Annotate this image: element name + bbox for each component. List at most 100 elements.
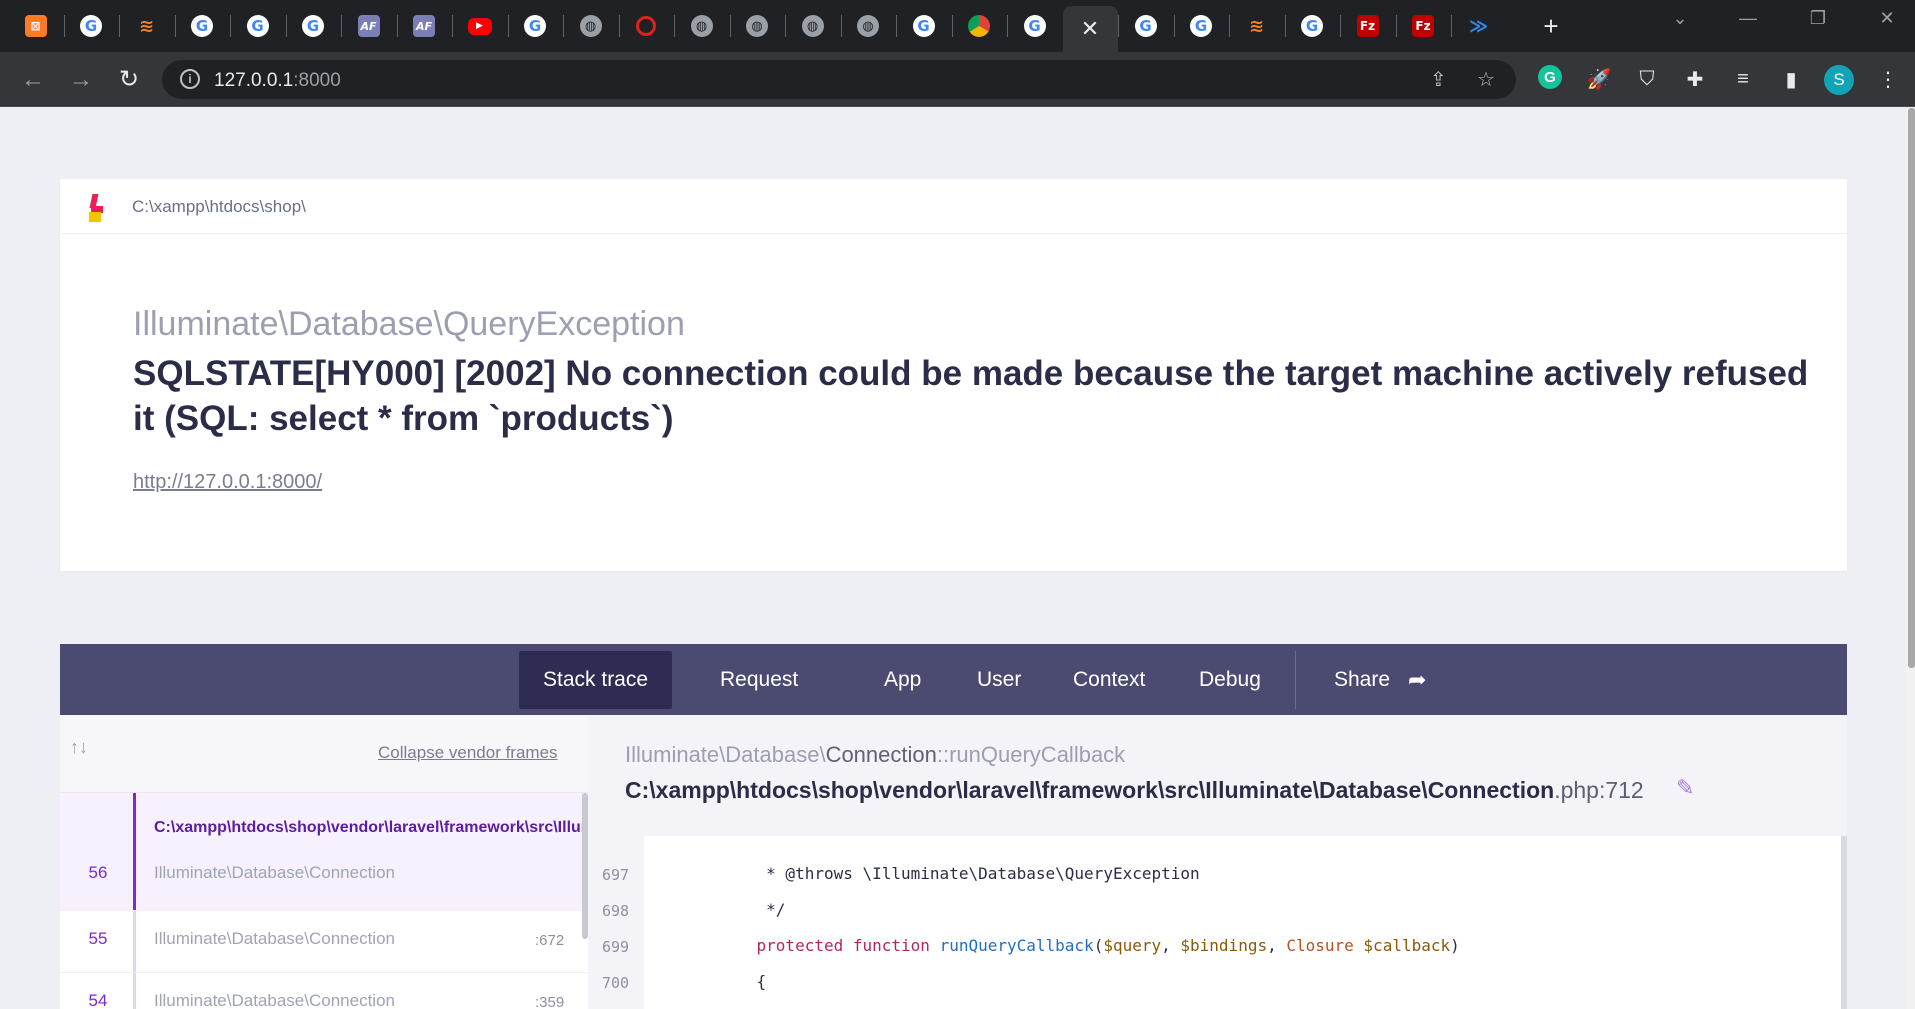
line-number: 697 [602,866,630,884]
frame-number: 56 [88,863,108,882]
frame-line-number: :359 [535,994,565,1009]
request-url-link[interactable]: http://127.0.0.1:8000/ [133,471,322,494]
browser-tab-strip: ⊠ G ≋ G G G AF AF ▶ G ◍ ◍ ◍ ◍ ◍ G G ✕ G G ≋ G Fz Fz ≫ [0,0,1915,52]
tab-stack-trace[interactable]: Stack trace [519,651,673,709]
profile-avatar[interactable]: S [1824,65,1854,95]
app-path: C:\xampp\htdocs\shop\ [132,197,306,216]
back-icon[interactable]: ← [18,65,48,95]
error-card: C:\xampp\htdocs\shop\ Illuminate\Databas… [60,179,1847,571]
forward-icon[interactable]: → [66,65,96,95]
code-scrollbar[interactable] [1841,836,1847,1009]
tab-request[interactable]: Request [696,651,822,709]
browser-tab[interactable]: G [1174,6,1229,46]
new-tab-button[interactable]: + [1535,11,1567,41]
frame-file-path: C:\xampp\htdocs\shop\vendor\laravel\fram… [154,819,584,836]
stack-frames-panel: ↑↓ Collapse vendor frames C:\xampp\htdoc… [60,715,588,1009]
chrome-icon [968,15,990,37]
browser-tab[interactable]: ≫ [1451,6,1506,46]
frame-line-number: :672 [535,932,565,949]
globe-icon: ◍ [801,15,824,37]
grammarly-icon[interactable]: G [1538,65,1562,89]
browser-tab[interactable]: ◍ [563,6,618,46]
minimize-icon[interactable]: — [1723,8,1773,29]
edit-pencil-icon[interactable]: ✎ [1676,775,1694,801]
browser-tab[interactable]: ✕ [1062,6,1118,52]
browser-tab[interactable]: ⊠ [8,6,63,46]
close-icon[interactable]: ✕ [1081,16,1099,42]
tab-user[interactable]: User [953,651,1045,709]
reload-icon[interactable]: ↻ [114,65,144,95]
browser-tab[interactable]: G [1285,6,1340,46]
browser-tab[interactable]: AF [341,6,396,46]
share-button[interactable]: Share ➦ [1310,651,1450,709]
share-page-icon[interactable]: ⇪ [1430,67,1447,92]
browser-tab[interactable]: ◍ [730,6,785,46]
ignition-logo-icon [87,194,103,222]
browser-tab[interactable]: G [1118,6,1173,46]
collapse-vendor-frames-link[interactable]: Collapse vendor frames [378,743,558,763]
code-line: { [718,972,767,991]
rocket-extension-icon[interactable]: 🚀 [1585,65,1613,93]
browser-tab[interactable]: ≋ [119,6,174,46]
browser-tab[interactable]: Fz [1340,6,1395,46]
frame-row[interactable]: C:\xampp\htdocs\shop\vendor\laravel\fram… [60,793,588,911]
extensions-puzzle-icon[interactable]: ✚ [1681,65,1709,93]
restore-icon[interactable]: ❐ [1793,8,1843,29]
frame-row[interactable]: 54 Illuminate\Database\Connection :359 [60,973,588,1009]
globe-icon: ◍ [690,15,713,37]
code-snippet-panel: Illuminate\Database\Connection::runQuery… [588,715,1847,1009]
frame-nav-arrows-icon[interactable]: ↑↓ [70,737,88,758]
browser-tab[interactable]: G [1007,6,1062,46]
browser-tab[interactable]: G [64,6,119,46]
tab-context[interactable]: Context [1049,651,1169,709]
tab-search-icon[interactable]: ⌄ [1655,8,1705,29]
frame-method-heading: Illuminate\Database\Connection::runQuery… [625,742,1126,767]
close-window-icon[interactable]: ✕ [1862,8,1912,29]
globe-icon: ◍ [579,15,602,37]
media-control-icon[interactable]: ≡ [1729,65,1757,93]
browser-tab[interactable]: ◍ [674,6,729,46]
frame-number: 55 [88,929,108,948]
quora-icon [636,16,656,36]
frame-indicator [133,911,136,972]
google-icon: G [912,15,935,37]
browser-tab[interactable]: AF [397,6,452,46]
frames-header: ↑↓ Collapse vendor frames [60,715,588,793]
ignition-tabs-bar: Stack trace Request App User Context Deb… [60,644,1847,715]
google-icon: G [524,15,546,37]
line-number: 698 [602,902,630,920]
browser-tab[interactable]: G [286,6,341,46]
browser-tab[interactable]: G [230,6,285,46]
menu-kebab-icon[interactable]: ⋮ [1874,65,1902,93]
browser-toolbar: ← → ↻ i 127.0.0.1:8000 ⇪ ☆ G 🚀 ⛉ ✚ ≡ ▮ S… [0,52,1915,107]
frame-class: Illuminate\Database\Connection [154,863,395,882]
google-icon: G [1190,15,1212,37]
browser-tab[interactable]: G [175,6,230,46]
browser-tab[interactable]: G [896,6,951,46]
frame-number: 54 [88,991,108,1009]
af-icon: AF [413,15,435,37]
address-url[interactable]: 127.0.0.1:8000 [214,70,341,92]
address-bar[interactable]: i 127.0.0.1:8000 ⇪ ☆ [162,60,1516,99]
bookmark-star-icon[interactable]: ☆ [1477,67,1495,92]
browser-tab[interactable] [619,6,674,46]
line-number: 700 [602,974,630,992]
browser-tab[interactable]: Fz [1396,6,1451,46]
side-panel-icon[interactable]: ▮ [1777,65,1805,93]
browser-tab[interactable] [952,6,1007,46]
tab-app[interactable]: App [860,651,945,709]
tab-debug[interactable]: Debug [1175,651,1285,709]
browser-tab[interactable]: ▶ [452,6,507,46]
browser-tab[interactable]: ◍ [785,6,840,46]
shield-extension-icon[interactable]: ⛉ [1633,65,1661,93]
browser-tab[interactable]: G [508,6,563,46]
google-icon: G [246,15,269,37]
page-scrollbar-thumb[interactable] [1908,108,1915,668]
site-info-icon[interactable]: i [180,69,200,89]
google-icon: G [1301,15,1323,37]
browser-tab[interactable]: ≋ [1229,6,1284,46]
frame-row[interactable]: 55 Illuminate\Database\Connection :672 [60,911,588,973]
code-line: * @throws \Illuminate\Database\QueryExce… [718,864,1200,883]
browser-tab[interactable]: ◍ [841,6,896,46]
google-icon: G [302,15,324,37]
